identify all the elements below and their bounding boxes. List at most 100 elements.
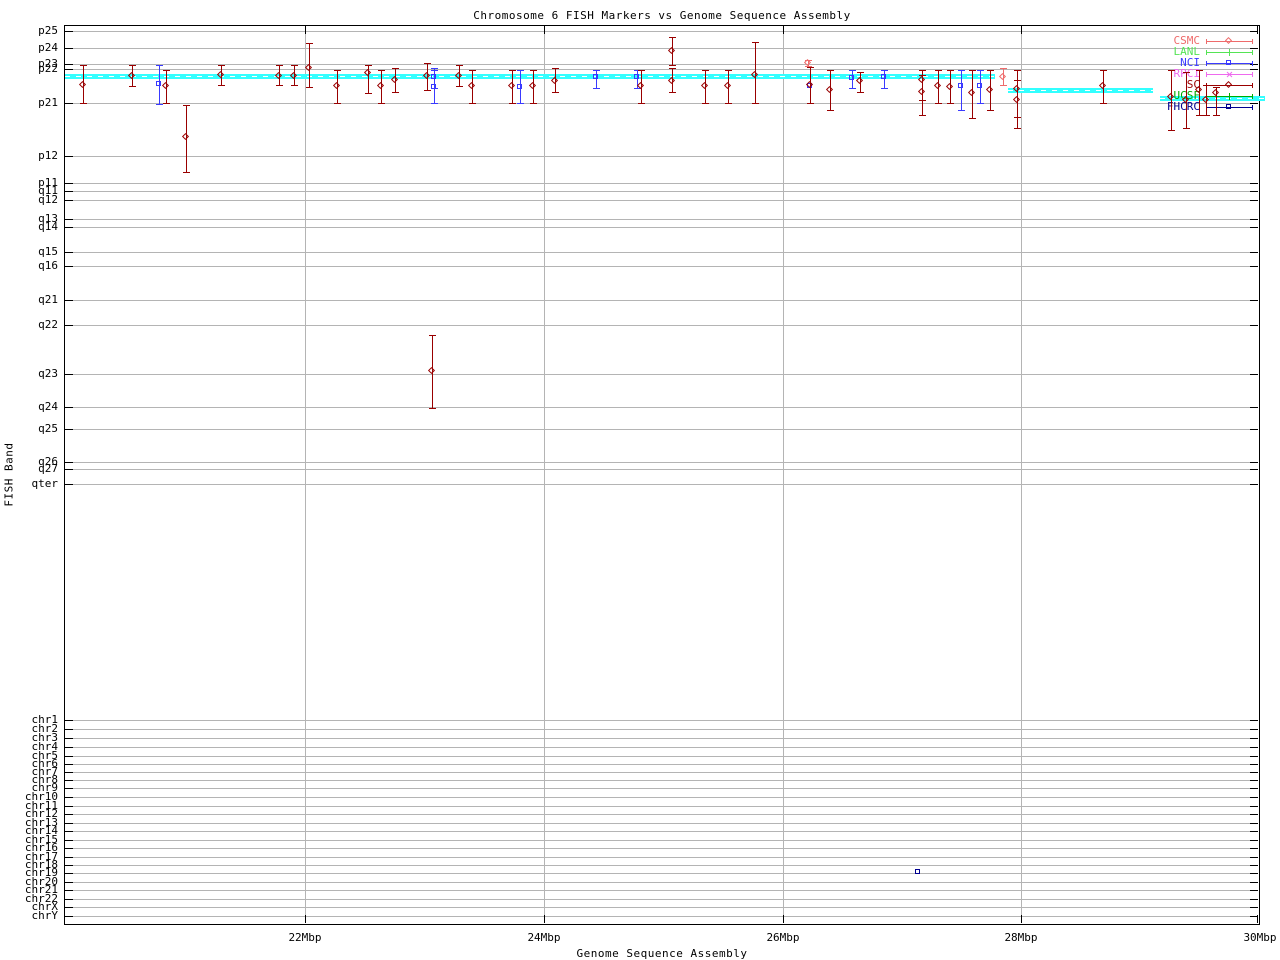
y-tick-left bbox=[65, 814, 73, 815]
error-bar-cap bbox=[827, 110, 834, 111]
y-tick-label: q12 bbox=[38, 193, 58, 206]
grid-line-y bbox=[65, 831, 1258, 832]
y-tick-left bbox=[65, 31, 73, 32]
legend-label-rpci: RPCI bbox=[1080, 68, 1201, 79]
y-tick-left bbox=[65, 484, 73, 485]
error-bar-cap bbox=[725, 70, 732, 71]
error-bar-cap bbox=[469, 103, 476, 104]
error-bar-cap bbox=[183, 105, 190, 106]
grid-line-y bbox=[65, 857, 1258, 858]
y-tick-right bbox=[1250, 747, 1258, 748]
y-tick-left bbox=[65, 407, 73, 408]
error-bar-cap bbox=[1014, 128, 1021, 129]
x-tick-bottom bbox=[1021, 915, 1022, 923]
grid-line-y bbox=[65, 156, 1258, 157]
legend-sample-cap-right bbox=[1252, 83, 1253, 88]
y-tick-left bbox=[65, 738, 73, 739]
error-bar-cap bbox=[509, 103, 516, 104]
error-bar-cap bbox=[1100, 103, 1107, 104]
error-bar-cap bbox=[669, 68, 676, 69]
y-tick-label: p22 bbox=[38, 62, 58, 75]
error-bar-cap bbox=[919, 75, 926, 76]
y-tick-left bbox=[65, 848, 73, 849]
legend-marker-nci bbox=[1226, 60, 1231, 65]
error-bar-cap bbox=[392, 68, 399, 69]
error-bar-cap bbox=[334, 70, 341, 71]
error-bar-cap bbox=[969, 118, 976, 119]
y-tick-left bbox=[65, 907, 73, 908]
grid-line-y bbox=[65, 484, 1258, 485]
data-point-nci bbox=[634, 74, 639, 79]
y-tick-right bbox=[1250, 103, 1258, 104]
error-bar-sc bbox=[1171, 70, 1172, 130]
error-bar-cap bbox=[530, 70, 537, 71]
grid-line-y bbox=[65, 407, 1258, 408]
y-tick-label: chrY bbox=[31, 909, 59, 922]
chart-title: Chromosome 6 FISH Markers vs Genome Sequ… bbox=[473, 9, 851, 22]
error-bar-cap bbox=[1203, 85, 1210, 86]
error-bar-cap bbox=[827, 70, 834, 71]
y-tick-left bbox=[65, 857, 73, 858]
error-bar-cap bbox=[987, 70, 994, 71]
y-tick-right bbox=[1250, 873, 1258, 874]
y-tick-right bbox=[1250, 764, 1258, 765]
error-bar-cap bbox=[857, 92, 864, 93]
y-tick-right bbox=[1250, 788, 1258, 789]
grid-line-y bbox=[65, 219, 1258, 220]
error-bar-cap bbox=[849, 70, 856, 71]
error-bar-cap bbox=[530, 103, 537, 104]
grid-line-y bbox=[65, 823, 1258, 824]
error-bar-cap bbox=[469, 70, 476, 71]
y-tick-left bbox=[65, 865, 73, 866]
grid-line-y bbox=[65, 429, 1258, 430]
error-bar-cap bbox=[129, 86, 136, 87]
y-tick-left bbox=[65, 873, 73, 874]
error-bar-cap bbox=[291, 85, 298, 86]
error-bar-cap bbox=[969, 70, 976, 71]
y-tick-left bbox=[65, 780, 73, 781]
y-tick-label: qter bbox=[31, 477, 59, 490]
y-tick-left bbox=[65, 840, 73, 841]
legend-sample-cap-right bbox=[1252, 105, 1253, 110]
fish-markers-chart: Chromosome 6 FISH Markers vs Genome Sequ… bbox=[0, 0, 1280, 960]
y-tick-left bbox=[65, 469, 73, 470]
grid-line-y bbox=[65, 840, 1258, 841]
y-tick-left bbox=[65, 823, 73, 824]
assembly-band-segment bbox=[65, 74, 995, 79]
y-tick-label: q23 bbox=[38, 367, 58, 380]
data-point-nci bbox=[517, 84, 522, 89]
error-bar-cap bbox=[365, 65, 372, 66]
grid-line-x bbox=[544, 26, 545, 923]
y-tick-right bbox=[1250, 848, 1258, 849]
error-bar-cap bbox=[1196, 115, 1203, 116]
y-tick-right bbox=[1250, 806, 1258, 807]
legend-sample-cap-left bbox=[1206, 50, 1207, 55]
error-bar-cap bbox=[958, 70, 965, 71]
error-bar-cap bbox=[517, 70, 524, 71]
y-tick-right bbox=[1250, 772, 1258, 773]
error-bar-cap bbox=[752, 42, 759, 43]
x-tick-label: 30Mbp bbox=[1243, 931, 1277, 944]
y-tick-left bbox=[65, 756, 73, 757]
error-bar-cap bbox=[1100, 70, 1107, 71]
y-tick-label: p24 bbox=[38, 41, 58, 54]
error-bar-cap bbox=[1196, 70, 1203, 71]
error-bar-cap bbox=[919, 70, 926, 71]
error-bar-cap bbox=[80, 65, 87, 66]
error-bar-cap bbox=[163, 103, 170, 104]
y-tick-label: q16 bbox=[38, 259, 58, 272]
y-tick-left bbox=[65, 183, 73, 184]
error-bar-cap bbox=[509, 70, 516, 71]
y-tick-label: q15 bbox=[38, 245, 58, 258]
y-tick-right bbox=[1250, 484, 1258, 485]
x-tick-top bbox=[544, 26, 545, 34]
error-bar-cap bbox=[552, 92, 559, 93]
grid-line-y bbox=[65, 252, 1258, 253]
data-point-nci bbox=[156, 81, 161, 86]
data-point-fhcrc bbox=[915, 869, 920, 874]
y-tick-left bbox=[65, 882, 73, 883]
grid-line-y bbox=[65, 738, 1258, 739]
error-bar-cap bbox=[424, 63, 431, 64]
error-bar-cap bbox=[1014, 80, 1021, 81]
legend-sample-cap-right bbox=[1252, 50, 1253, 55]
